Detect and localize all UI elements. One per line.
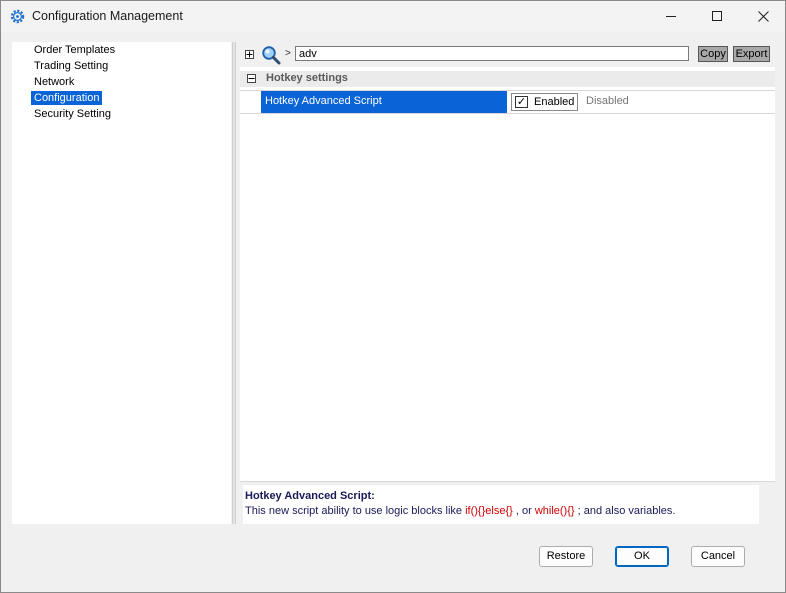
- property-value-toggle[interactable]: ✓ Enabled: [511, 93, 578, 111]
- copy-button[interactable]: Copy: [698, 46, 728, 62]
- minimize-button[interactable]: [648, 1, 694, 32]
- ok-button[interactable]: OK: [615, 546, 669, 567]
- export-button[interactable]: Export: [733, 46, 770, 62]
- description-text-part: , or: [512, 505, 535, 517]
- close-icon: [757, 11, 769, 22]
- close-button[interactable]: [740, 1, 785, 32]
- sidebar-item-configuration[interactable]: Configuration: [31, 91, 103, 105]
- search-prompt-chevron: >: [285, 48, 291, 59]
- description-text-part: This new script ability to use logic blo…: [245, 505, 466, 517]
- minimize-icon: [665, 16, 676, 17]
- property-alternate-value: Disabled: [586, 95, 629, 107]
- description-title: Hotkey Advanced Script:: [245, 490, 375, 502]
- gear-icon: [10, 9, 25, 24]
- search-input[interactable]: [295, 46, 689, 61]
- window-title: Configuration Management: [32, 9, 183, 23]
- sidebar-item-order-templates[interactable]: Order Templates: [31, 43, 118, 57]
- code-snippet-if-else: if(){}else{}: [465, 505, 513, 517]
- description-text-part: ; and also variables.: [574, 505, 676, 517]
- restore-button[interactable]: Restore: [539, 546, 593, 567]
- sidebar-item-security-setting[interactable]: Security Setting: [31, 107, 114, 121]
- search-icon[interactable]: [261, 45, 281, 65]
- expand-all-icon[interactable]: [245, 50, 254, 59]
- settings-tree[interactable]: Order Templates Trading Setting Network …: [12, 42, 231, 524]
- property-grid: Hotkey settings Hotkey Advanced Script ✓…: [240, 67, 775, 481]
- maximize-button[interactable]: [694, 1, 740, 32]
- cancel-button[interactable]: Cancel: [691, 546, 745, 567]
- property-value: Enabled: [534, 96, 575, 108]
- description-text: This new script ability to use logic blo…: [245, 505, 675, 517]
- property-row[interactable]: Hotkey Advanced Script ✓ Enabled Disable…: [240, 90, 775, 114]
- panel-splitter[interactable]: [232, 42, 236, 524]
- code-snippet-while: while(){}: [534, 505, 575, 517]
- sidebar-item-trading-setting[interactable]: Trading Setting: [31, 59, 111, 73]
- enabled-checkbox[interactable]: ✓: [515, 96, 528, 108]
- property-toolbar: > Copy Export: [237, 42, 775, 66]
- sidebar-item-network[interactable]: Network: [31, 75, 77, 89]
- maximize-icon: [711, 11, 722, 21]
- property-name[interactable]: Hotkey Advanced Script: [261, 91, 507, 113]
- collapse-icon[interactable]: [247, 74, 256, 83]
- configuration-window: Configuration Management Order Templates…: [0, 0, 786, 593]
- title-bar[interactable]: Configuration Management: [1, 1, 785, 32]
- property-panel: > Copy Export Hotkey settings Hotkey Adv…: [237, 42, 775, 524]
- description-panel: Hotkey Advanced Script: This new script …: [243, 485, 759, 524]
- category-label: Hotkey settings: [266, 72, 348, 84]
- category-hotkey-settings[interactable]: Hotkey settings: [240, 71, 775, 87]
- grid-divider: [240, 481, 775, 482]
